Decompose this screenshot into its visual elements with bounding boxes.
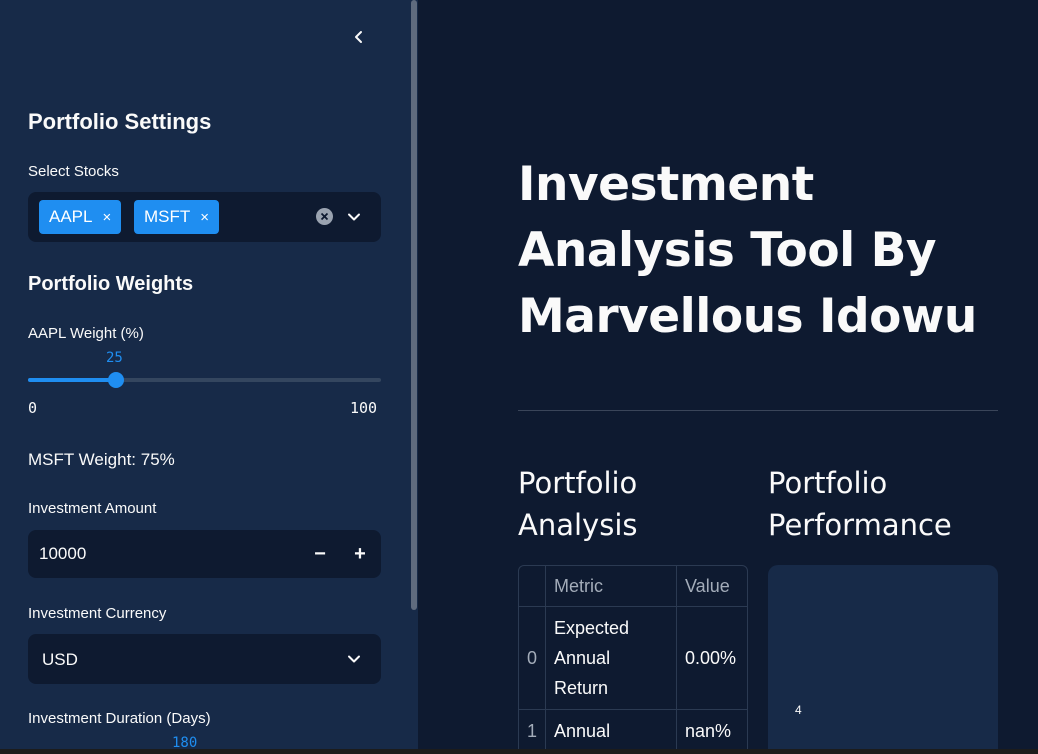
chevron-left-icon bbox=[355, 31, 362, 43]
slider-fill bbox=[28, 378, 116, 382]
portfolio-analysis-heading: Portfolio Analysis bbox=[518, 466, 638, 542]
value-cell: nan% bbox=[676, 709, 747, 753]
currency-value: USD bbox=[42, 650, 78, 669]
app-root: Portfolio Settings Select Stocks AAPL × … bbox=[0, 0, 1038, 754]
table-row[interactable]: 0 Expected Annual Return 0.00% bbox=[519, 606, 747, 710]
collapse-sidebar-button[interactable] bbox=[346, 24, 372, 50]
row-index: 1 bbox=[519, 709, 547, 753]
column-header-metric[interactable]: Metric bbox=[545, 566, 678, 607]
column-header-index[interactable] bbox=[519, 566, 547, 607]
stock-chip-msft: MSFT × bbox=[134, 200, 220, 234]
stock-chip-aapl: AAPL × bbox=[39, 200, 122, 234]
metric-cell: Expected Annual Return bbox=[545, 606, 678, 710]
page-title: Investment Analysis Tool By Marvellous I… bbox=[518, 157, 977, 344]
main-content: Investment Analysis Tool By Marvellous I… bbox=[418, 0, 1038, 754]
chevron-down-icon[interactable] bbox=[344, 649, 364, 669]
bottom-bar bbox=[0, 749, 1038, 754]
table-row[interactable]: 1 Annual nan% bbox=[519, 709, 747, 753]
value-cell: 0.00% bbox=[676, 606, 747, 710]
sidebar: Portfolio Settings Select Stocks AAPL × … bbox=[0, 0, 418, 754]
stocks-multiselect[interactable]: AAPL × MSFT × bbox=[28, 192, 381, 242]
currency-select[interactable]: USD bbox=[28, 634, 381, 684]
row-index: 0 bbox=[519, 606, 547, 710]
column-header-value[interactable]: Value bbox=[676, 566, 747, 607]
metric-cell: Annual bbox=[545, 709, 678, 753]
slider-min: 0 bbox=[28, 399, 38, 417]
weights-heading: Portfolio Weights bbox=[28, 273, 194, 295]
chart-tick-label: 4 bbox=[795, 703, 802, 717]
select-stocks-label: Select Stocks bbox=[28, 163, 119, 180]
chip-label: MSFT bbox=[144, 207, 191, 226]
duration-label: Investment Duration (Days) bbox=[28, 710, 211, 727]
metrics-table[interactable]: Metric Value 0 Expected Annual Return 0.… bbox=[518, 565, 748, 754]
increment-button[interactable]: + bbox=[348, 542, 372, 566]
slider-max: 100 bbox=[350, 399, 378, 417]
chevron-down-icon[interactable] bbox=[344, 207, 364, 227]
chip-label: AAPL bbox=[49, 207, 93, 226]
slider-thumb[interactable] bbox=[108, 372, 124, 388]
clear-selection-icon[interactable] bbox=[316, 208, 333, 225]
msft-weight-text: MSFT Weight: 75% bbox=[28, 450, 175, 469]
portfolio-performance-heading: Portfolio Performance bbox=[768, 466, 952, 542]
sidebar-heading: Portfolio Settings bbox=[28, 109, 212, 134]
currency-label: Investment Currency bbox=[28, 605, 167, 622]
aapl-weight-value: 25 bbox=[106, 350, 123, 366]
investment-amount-value[interactable]: 10000 bbox=[39, 544, 86, 564]
aapl-weight-slider[interactable] bbox=[28, 372, 381, 388]
chip-remove-icon[interactable]: × bbox=[200, 209, 209, 226]
decrement-button[interactable]: − bbox=[308, 542, 332, 566]
chip-remove-icon[interactable]: × bbox=[102, 209, 111, 226]
performance-chart[interactable]: 4 bbox=[768, 565, 998, 754]
aapl-weight-label: AAPL Weight (%) bbox=[28, 325, 144, 342]
divider bbox=[518, 410, 998, 411]
table-header-row: Metric Value bbox=[519, 566, 747, 607]
sidebar-scrollbar[interactable] bbox=[411, 0, 417, 610]
investment-amount-label: Investment Amount bbox=[28, 500, 157, 517]
investment-amount-input[interactable]: 10000 − + bbox=[28, 530, 381, 578]
